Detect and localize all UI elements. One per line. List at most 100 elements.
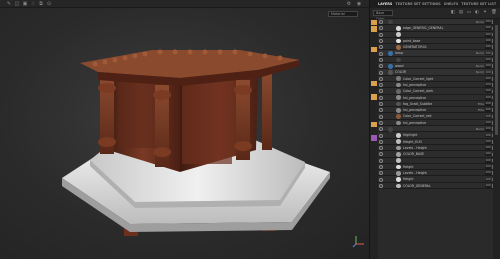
layer-thumbnail: [396, 101, 401, 107]
opacity-value[interactable]: 100: [485, 63, 491, 69]
visibility-eye-icon[interactable]: [379, 177, 383, 182]
opacity-value[interactable]: 100: [485, 183, 491, 188]
visibility-eye-icon[interactable]: [379, 57, 383, 62]
visibility-eye-icon[interactable]: [379, 26, 383, 31]
axis-gizmo: [352, 236, 364, 248]
visibility-eye-icon[interactable]: [379, 171, 383, 176]
add-mask-icon[interactable]: ◐: [474, 10, 480, 16]
visibility-eye-icon[interactable]: [379, 39, 383, 44]
layer-color-tag: [371, 135, 377, 141]
layer-name: COLOR: [395, 70, 407, 75]
layer-thumbnail: [396, 183, 401, 189]
layer-name: Levels - Height: [403, 145, 427, 150]
opacity-value[interactable]: 100: [485, 76, 491, 81]
layer-name: hsl_perceptive: [403, 120, 427, 125]
visibility-eye-icon[interactable]: [379, 139, 383, 144]
layer-color-tag: [371, 46, 377, 53]
layer-color-tag: [371, 19, 377, 25]
opacity-value[interactable]: 100: [485, 89, 491, 94]
blend-mode-label[interactable]: Norm: [476, 70, 484, 74]
visibility-eye-icon[interactable]: [379, 114, 383, 119]
opacity-value[interactable]: 100: [485, 45, 491, 50]
opacity-value[interactable]: 100: [485, 51, 491, 56]
blend-mode-label[interactable]: Filte: [478, 102, 484, 106]
opacity-value[interactable]: 100: [485, 139, 491, 144]
scrollbar-thumb[interactable]: [495, 25, 498, 135]
layer-name: wood: [395, 64, 404, 69]
folder-icon: [388, 126, 393, 132]
viewport-3d[interactable]: ✎ ◫ ▣ ☝ ⧉ ⊙ ⚙ ◉ Material: [0, 0, 369, 259]
opacity-value[interactable]: 100: [485, 164, 491, 169]
add-layer-icon[interactable]: ▤: [458, 10, 464, 16]
layer-scrollbar[interactable]: [493, 19, 500, 259]
opacity-value[interactable]: 100: [485, 70, 491, 75]
visibility-eye-icon[interactable]: [379, 70, 383, 75]
layer-name: Color_Correct_red: [403, 114, 432, 119]
blend-mode-label[interactable]: Norm: [476, 20, 484, 24]
opacity-value[interactable]: 100: [485, 126, 491, 132]
layer-name: GENERATOR02: [403, 45, 427, 50]
opacity-value[interactable]: 100: [485, 108, 491, 113]
visibility-eye-icon[interactable]: [379, 127, 383, 132]
opacity-value[interactable]: 100: [485, 158, 491, 163]
layer-name: paint_base: [403, 38, 421, 43]
opacity-value[interactable]: 100: [485, 32, 491, 37]
opacity-value[interactable]: 100: [485, 152, 491, 157]
opacity-value[interactable]: 100: [485, 101, 491, 106]
layer-thumbnail: [396, 133, 401, 138]
layer-list: Norm 100 edge_GENERIC_GENERAL 100 100 paint_b…: [378, 19, 494, 190]
visibility-eye-icon[interactable]: [379, 158, 383, 163]
opacity-value[interactable]: 100: [485, 82, 491, 87]
visibility-eye-icon[interactable]: [379, 76, 383, 81]
layer-row[interactable]: COLOR_GENERAL 100: [378, 182, 494, 190]
layer-thumbnail: [396, 145, 401, 151]
blend-mode-label[interactable]: Norm: [476, 51, 484, 55]
opacity-value[interactable]: 100: [485, 57, 491, 62]
opacity-value[interactable]: 100: [485, 133, 491, 138]
layer-thumbnail: [396, 120, 401, 126]
visibility-eye-icon[interactable]: [379, 45, 383, 50]
visibility-eye-icon[interactable]: [379, 51, 383, 56]
visibility-eye-icon[interactable]: [379, 64, 383, 69]
opacity-value[interactable]: 100: [485, 177, 491, 182]
opacity-value[interactable]: 100: [485, 114, 491, 119]
opacity-value[interactable]: 100: [485, 95, 491, 100]
blend-mode-label[interactable]: Filte: [478, 108, 484, 112]
visibility-eye-icon[interactable]: [379, 183, 383, 188]
visibility-eye-icon[interactable]: [379, 165, 383, 170]
delete-icon[interactable]: 🗑: [491, 10, 497, 16]
visibility-eye-icon[interactable]: [379, 120, 383, 125]
add-folder-icon[interactable]: ▭: [466, 10, 472, 16]
blend-mode-label[interactable]: Norm: [476, 127, 484, 131]
visibility-eye-icon[interactable]: [379, 20, 383, 25]
add-effect-icon[interactable]: ✦: [482, 10, 488, 16]
opacity-value[interactable]: 100: [485, 120, 491, 125]
tab-texture-set-list[interactable]: TEXTURE SET LIST: [461, 2, 496, 6]
opacity-value[interactable]: 100: [485, 171, 491, 176]
opacity-value[interactable]: 100: [485, 38, 491, 43]
visibility-eye-icon[interactable]: [379, 108, 383, 113]
layer-name: COLOR_BASE: [403, 152, 425, 157]
opacity-value[interactable]: 100: [485, 145, 491, 150]
visibility-eye-icon[interactable]: [379, 32, 383, 37]
layer-thumbnail: [396, 32, 401, 38]
visibility-eye-icon[interactable]: [379, 89, 383, 94]
blend-channel-select[interactable]: Base Color: [373, 10, 393, 21]
tab-texture-set-settings[interactable]: TEXTURE SET SETTINGS: [395, 2, 440, 6]
visibility-eye-icon[interactable]: [379, 95, 383, 100]
visibility-eye-icon[interactable]: [379, 146, 383, 151]
tab-layers[interactable]: LAYERS: [378, 2, 392, 6]
opacity-value[interactable]: 100: [485, 19, 491, 24]
layer-name: Height_ELM: [403, 139, 422, 144]
layer-name: hsl_perceptive: [403, 95, 427, 100]
visibility-eye-icon[interactable]: [379, 102, 383, 107]
visibility-eye-icon[interactable]: [379, 133, 383, 138]
blend-mode-label[interactable]: Norm: [476, 64, 484, 68]
visibility-eye-icon[interactable]: [379, 83, 383, 88]
layer-name: edge_GENERIC_GENERAL: [403, 26, 444, 31]
layer-name: Color_Correct_dark: [403, 89, 434, 94]
tab-shelfs[interactable]: SHELFS: [444, 2, 459, 6]
add-fill-icon[interactable]: ◧: [450, 10, 456, 16]
visibility-eye-icon[interactable]: [379, 152, 383, 157]
opacity-value[interactable]: 100: [485, 26, 491, 31]
